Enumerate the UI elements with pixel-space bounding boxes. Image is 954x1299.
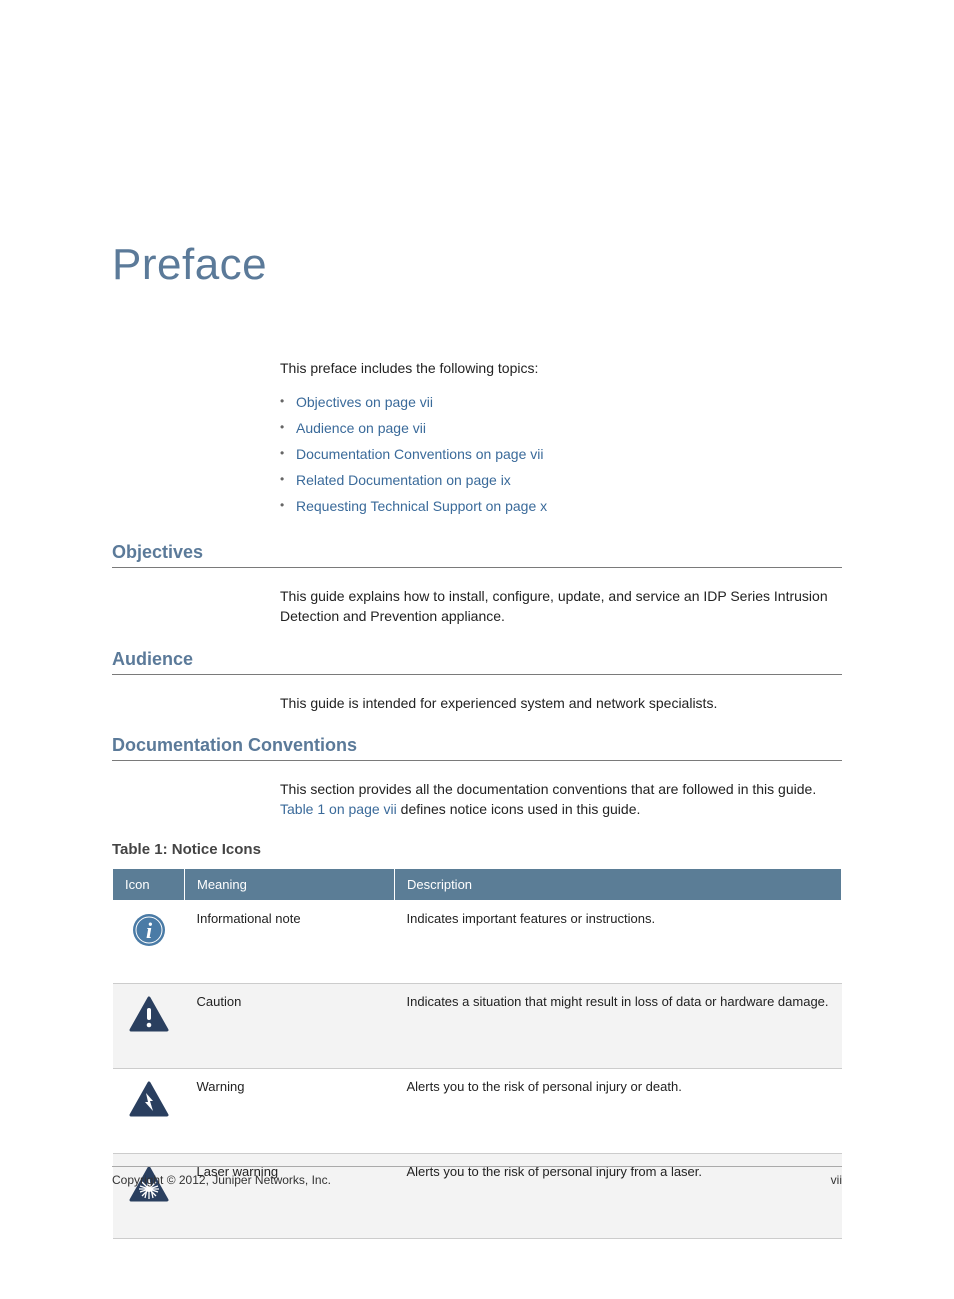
intro-text: This preface includes the following topi… — [280, 360, 842, 376]
page-number: vii — [831, 1173, 842, 1187]
table-ref-link[interactable]: Table 1 on page vii — [280, 801, 397, 817]
warning-icon — [125, 1079, 173, 1117]
cell-meaning: Informational note — [185, 901, 395, 984]
th-icon: Icon — [113, 869, 185, 901]
section-heading-conventions: Documentation Conventions — [112, 735, 842, 761]
caution-icon — [125, 994, 173, 1032]
table-row: Caution Indicates a situation that might… — [113, 984, 842, 1069]
svg-text:i: i — [145, 918, 152, 943]
conventions-body: This section provides all the documentat… — [280, 779, 842, 820]
topic-link[interactable]: Objectives on page vii — [280, 394, 842, 410]
conventions-body-prefix: This section provides all the documentat… — [280, 781, 816, 797]
table-header-row: Icon Meaning Description — [113, 869, 842, 901]
audience-body: This guide is intended for experienced s… — [280, 693, 842, 713]
page-footer: Copyright © 2012, Juniper Networks, Inc.… — [112, 1166, 842, 1187]
document-page: Preface This preface includes the follow… — [0, 0, 954, 1299]
topic-link[interactable]: Requesting Technical Support on page x — [280, 498, 842, 514]
intro-block: This preface includes the following topi… — [280, 360, 842, 514]
page-title: Preface — [112, 240, 842, 290]
topic-list: Objectives on page vii Audience on page … — [280, 394, 842, 514]
info-icon: i — [125, 911, 173, 947]
th-description: Description — [395, 869, 842, 901]
table-row: i Informational note Indicates important… — [113, 901, 842, 984]
cell-description: Alerts you to the risk of personal injur… — [395, 1069, 842, 1154]
objectives-body: This guide explains how to install, conf… — [280, 586, 842, 627]
table-row: Warning Alerts you to the risk of person… — [113, 1069, 842, 1154]
section-heading-objectives: Objectives — [112, 542, 842, 568]
copyright-text: Copyright © 2012, Juniper Networks, Inc. — [112, 1173, 331, 1187]
cell-meaning: Caution — [185, 984, 395, 1069]
topic-link[interactable]: Documentation Conventions on page vii — [280, 446, 842, 462]
topic-link[interactable]: Audience on page vii — [280, 420, 842, 436]
table-caption: Table 1: Notice Icons — [112, 841, 842, 858]
cell-description: Indicates a situation that might result … — [395, 984, 842, 1069]
section-heading-audience: Audience — [112, 649, 842, 675]
conventions-body-suffix: defines notice icons used in this guide. — [397, 801, 641, 817]
th-meaning: Meaning — [185, 869, 395, 901]
cell-description: Indicates important features or instruct… — [395, 901, 842, 984]
cell-meaning: Warning — [185, 1069, 395, 1154]
topic-link[interactable]: Related Documentation on page ix — [280, 472, 842, 488]
